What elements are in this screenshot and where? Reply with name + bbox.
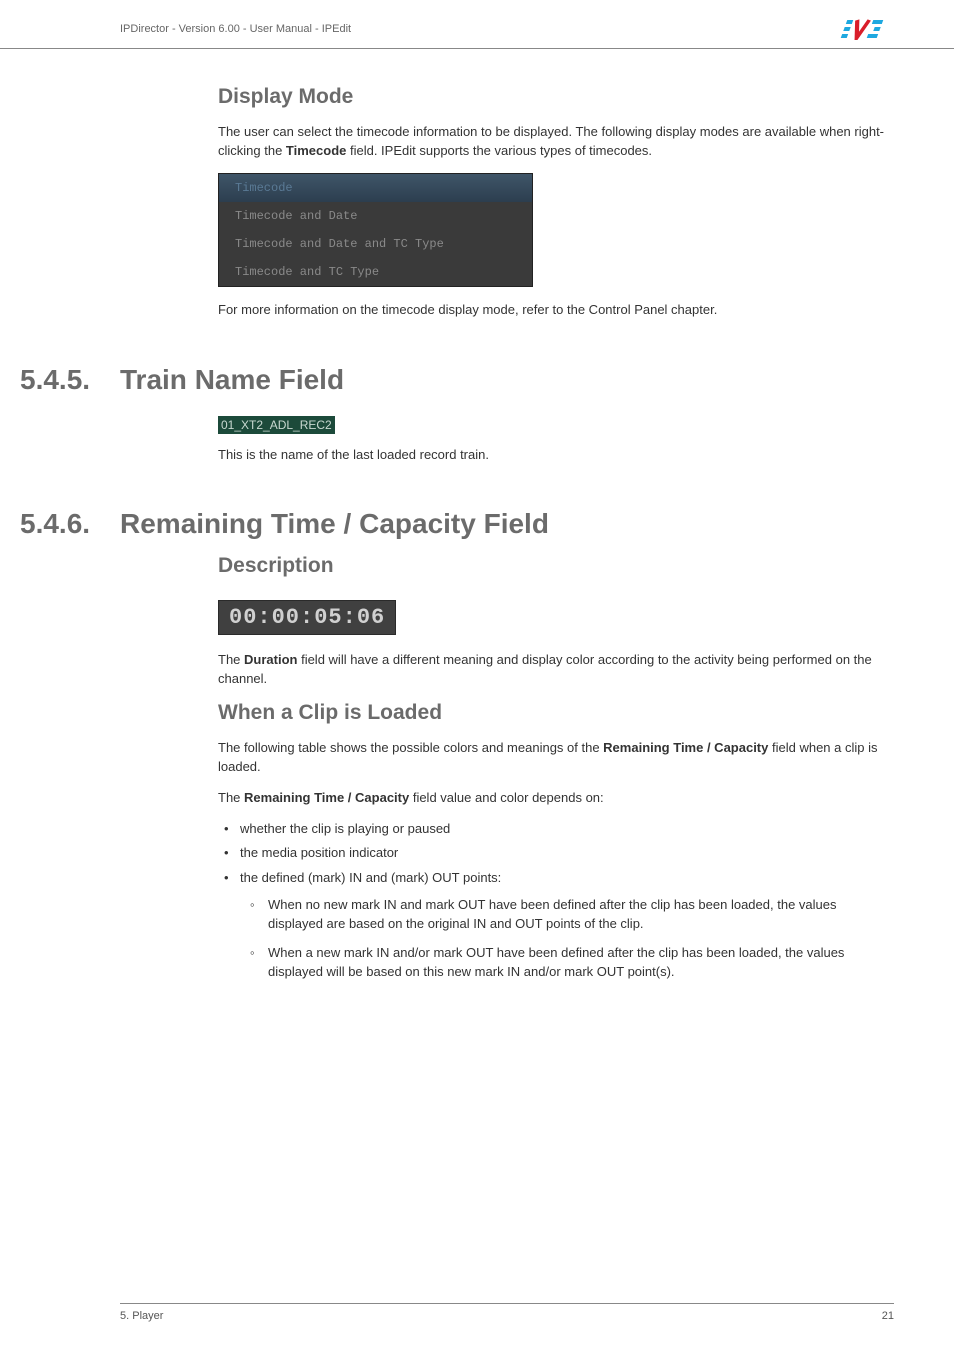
- menu-item-timecode-date-tc[interactable]: Timecode and Date and TC Type: [219, 230, 532, 258]
- footer-section: 5. Player: [120, 1310, 163, 1322]
- text: The following table shows the possible c…: [218, 740, 603, 755]
- train-name-desc: This is the name of the last loaded reco…: [120, 446, 894, 465]
- menu-item-timecode-tc[interactable]: Timecode and TC Type: [219, 258, 532, 286]
- duration-field-example: 00:00:05:06: [218, 600, 396, 635]
- page-footer: 5. Player 21: [120, 1303, 894, 1322]
- text-bold: Duration: [244, 652, 297, 667]
- clip-loaded-intro: The following table shows the possible c…: [120, 739, 894, 777]
- duration-desc: The Duration field will have a different…: [120, 651, 894, 689]
- depends-list: whether the clip is playing or paused th…: [120, 820, 894, 982]
- text: The: [218, 790, 244, 805]
- sub-list: When no new mark IN and mark OUT have be…: [240, 896, 894, 981]
- clip-loaded-depends: The Remaining Time / Capacity field valu…: [120, 789, 894, 808]
- text: field value and color depends on:: [409, 790, 603, 805]
- text: field. IPEdit supports the various types…: [346, 143, 652, 158]
- timecode-context-menu: Timecode Timecode and Date Timecode and …: [218, 173, 533, 287]
- heading-description: Description: [120, 554, 894, 578]
- menu-item-timecode-date[interactable]: Timecode and Date: [219, 202, 532, 230]
- menu-item-timecode[interactable]: Timecode: [219, 174, 532, 202]
- text-bold: Remaining Time / Capacity: [603, 740, 768, 755]
- section-number-545: 5.4.5.: [20, 364, 120, 396]
- list-item: the defined (mark) IN and (mark) OUT poi…: [218, 869, 894, 981]
- section-number-546: 5.4.6.: [20, 508, 120, 540]
- list-item: whether the clip is playing or paused: [218, 820, 894, 839]
- breadcrumb: IPDirector - Version 6.00 - User Manual …: [120, 23, 351, 35]
- list-item: When no new mark IN and mark OUT have be…: [240, 896, 894, 934]
- text: the defined (mark) IN and (mark) OUT poi…: [240, 870, 501, 885]
- text-bold: Remaining Time / Capacity: [244, 790, 409, 805]
- list-item: When a new mark IN and/or mark OUT have …: [240, 944, 894, 982]
- heading-train-name: Train Name Field: [120, 364, 344, 396]
- page-content: Display Mode The user can select the tim…: [0, 85, 954, 982]
- heading-clip-loaded: When a Clip is Loaded: [120, 701, 894, 725]
- display-mode-intro: The user can select the timecode informa…: [120, 123, 894, 161]
- heading-remaining-time: Remaining Time / Capacity Field: [120, 508, 549, 540]
- evs-logo: [840, 18, 894, 40]
- text: The: [218, 652, 244, 667]
- display-mode-footer-note: For more information on the timecode dis…: [120, 301, 894, 320]
- text-bold: Timecode: [286, 143, 346, 158]
- train-name-field-example: 01_XT2_ADL_REC2: [218, 416, 335, 434]
- heading-display-mode: Display Mode: [120, 85, 894, 109]
- text: field will have a different meaning and …: [218, 652, 872, 686]
- page-number: 21: [882, 1310, 894, 1322]
- list-item: the media position indicator: [218, 844, 894, 863]
- page-header: IPDirector - Version 6.00 - User Manual …: [0, 0, 954, 49]
